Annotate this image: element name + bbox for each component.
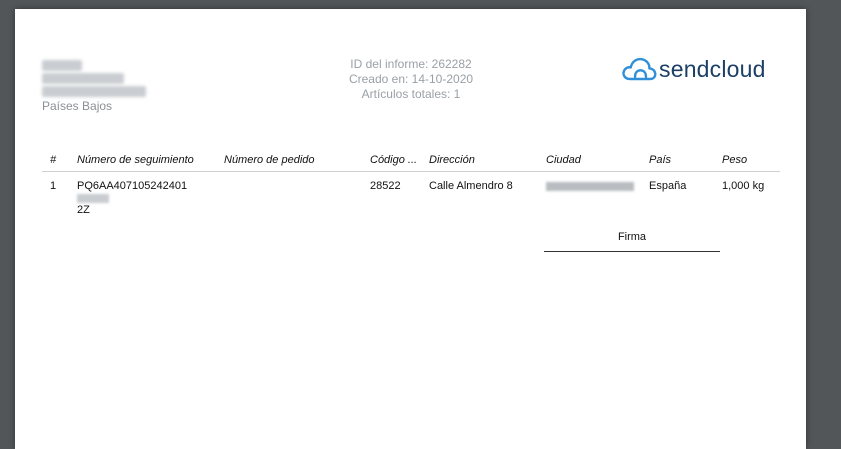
shipments-table: # Número de seguimiento Número de pedido…	[42, 149, 780, 216]
col-header-address: Dirección	[421, 149, 538, 172]
redacted-tracking-part	[77, 193, 109, 203]
col-header-index: #	[42, 149, 69, 172]
tracking-number-tail: 2Z	[77, 204, 90, 216]
cell-city	[538, 172, 641, 217]
report-created-date: Creado en: 14-10-2020	[348, 72, 474, 86]
cell-weight: 1,000 kg	[722, 180, 765, 192]
cell-order-number	[216, 172, 362, 217]
table-row: 1 PQ6AA407105242401 2Z 28522 Calle Almend…	[42, 172, 780, 217]
col-header-order: Número de pedido	[216, 149, 362, 172]
redacted-sender-city	[42, 86, 146, 97]
sender-country: Países Bajos	[42, 99, 113, 113]
col-header-country: País	[641, 149, 714, 172]
report-id: ID del informe: 262282	[350, 57, 472, 71]
sender-address: Países Bajos	[42, 58, 146, 114]
col-header-tracking: Número de seguimiento	[69, 149, 216, 172]
cell-postal-code: 28522	[370, 180, 401, 192]
report-page: Países Bajos ID del informe: 262282 Crea…	[15, 9, 806, 449]
col-header-city: Ciudad	[538, 149, 641, 172]
col-header-postal-code: Código ...	[362, 149, 421, 172]
cell-address: Calle Almendro 8	[429, 180, 513, 192]
signature-label: Firma	[617, 231, 647, 243]
sendcloud-logo: sendcloud	[621, 54, 766, 84]
col-header-weight: Peso	[714, 149, 780, 172]
redacted-sender-street	[42, 73, 124, 84]
report-total-items: Artículos totales: 1	[361, 87, 461, 101]
cell-tracking: PQ6AA407105242401 2Z	[69, 172, 216, 216]
redacted-city	[546, 181, 634, 191]
cell-index: 1	[50, 180, 57, 192]
redacted-sender-name	[42, 60, 82, 71]
signature-line	[544, 251, 720, 252]
cell-country: España	[649, 180, 687, 192]
brand-name: sendcloud	[659, 55, 766, 82]
tracking-number: PQ6AA407105242401	[77, 180, 188, 192]
cloud-logo-icon	[622, 57, 657, 81]
table-header-row: # Número de seguimiento Número de pedido…	[42, 149, 780, 172]
report-info: ID del informe: 262282 Creado en: 14-10-…	[305, 57, 517, 102]
